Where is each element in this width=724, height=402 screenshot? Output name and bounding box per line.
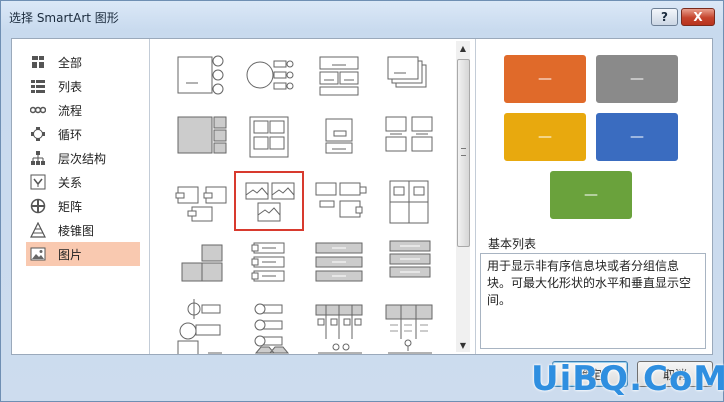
layout-thumbnail[interactable] <box>168 173 234 229</box>
category-pyramid[interactable]: 棱锥图 <box>26 218 140 242</box>
hierarchy-icon <box>30 150 46 166</box>
dialog-title: 选择 SmartArt 图形 <box>9 11 119 25</box>
layout-thumbnail[interactable] <box>168 235 234 291</box>
layout-thumbnail[interactable] <box>376 109 442 165</box>
layout-name: 基本列表 <box>488 237 537 251</box>
close-button[interactable]: X <box>681 8 715 26</box>
process-icon <box>30 102 46 118</box>
list-icon <box>30 78 46 94</box>
dialog-body: 全部 列表 流程 循环 层次结构 关系 矩阵 棱锥图 图片 ▲ ▼ — — — … <box>11 38 713 355</box>
layout-thumbnail[interactable] <box>168 335 234 354</box>
layout-thumbnail[interactable] <box>236 109 302 165</box>
preview-shape-gray: — <box>596 55 678 103</box>
scroll-thumb[interactable] <box>457 59 470 247</box>
layout-thumbnail[interactable] <box>376 47 442 103</box>
scroll-down-icon[interactable]: ▼ <box>456 338 470 352</box>
layout-description: 用于显示非有序信息块或者分组信息块。可最大化形状的水平和垂直显示空间。 <box>480 253 706 349</box>
layout-thumbnail[interactable] <box>376 173 442 229</box>
title-bar: 选择 SmartArt 图形 ? X <box>1 1 723 31</box>
watermark-logo: UiBQ.CoM <box>531 359 724 399</box>
layout-thumbnail[interactable] <box>376 335 442 354</box>
preview-pane: — — — — — 基本列表 用于显示非有序信息块或者分组信息块。可最大化形状的… <box>476 39 712 354</box>
relationship-icon <box>30 174 46 190</box>
all-icon <box>30 54 46 70</box>
layout-thumbnail[interactable] <box>376 235 442 291</box>
category-label: 循环 <box>58 127 83 142</box>
category-label: 棱锥图 <box>58 223 95 238</box>
cycle-icon <box>30 126 46 142</box>
category-picture[interactable]: 图片 <box>26 242 140 266</box>
layout-thumbnail[interactable] <box>306 109 372 165</box>
layout-preview: — — — — — <box>502 55 682 225</box>
scroll-up-icon[interactable]: ▲ <box>456 41 470 55</box>
category-label: 列表 <box>58 79 83 94</box>
help-button[interactable]: ? <box>651 8 678 26</box>
layout-thumbnail[interactable] <box>306 47 372 103</box>
category-process[interactable]: 流程 <box>26 98 140 122</box>
layout-thumbnail[interactable] <box>236 47 302 103</box>
category-relationship[interactable]: 关系 <box>26 170 140 194</box>
picture-icon <box>30 246 46 262</box>
gallery-scrollbar[interactable]: ▲ ▼ <box>456 41 470 352</box>
layout-gallery: ▲ ▼ <box>150 39 476 354</box>
category-label: 层次结构 <box>58 151 107 166</box>
category-label: 关系 <box>58 175 83 190</box>
category-list: 全部 列表 流程 循环 层次结构 关系 矩阵 棱锥图 图片 <box>12 39 150 354</box>
preview-shape-blue: — <box>596 113 678 161</box>
layout-thumbnail[interactable] <box>306 173 372 229</box>
matrix-icon <box>30 198 46 214</box>
category-label: 矩阵 <box>58 199 83 214</box>
preview-shape-yellow: — <box>504 113 586 161</box>
category-hierarchy[interactable]: 层次结构 <box>26 146 140 170</box>
category-label: 全部 <box>58 55 83 70</box>
grip-icon <box>461 148 466 156</box>
preview-shape-green: — <box>550 171 632 219</box>
category-label: 流程 <box>58 103 83 118</box>
layout-thumbnail[interactable] <box>306 335 372 354</box>
layout-thumbnail[interactable] <box>236 335 302 354</box>
category-list-item[interactable]: 列表 <box>26 74 140 98</box>
layout-thumbnail[interactable] <box>168 47 234 103</box>
category-label: 图片 <box>58 247 83 262</box>
smartart-dialog: 选择 SmartArt 图形 ? X 全部 列表 流程 循环 层次结构 关系 矩… <box>0 0 724 402</box>
category-matrix[interactable]: 矩阵 <box>26 194 140 218</box>
preview-shape-orange: — <box>504 55 586 103</box>
layout-thumbnail[interactable] <box>306 235 372 291</box>
layout-thumbnail[interactable] <box>168 109 234 165</box>
layout-thumbnail-selected[interactable] <box>234 171 304 231</box>
pyramid-icon <box>30 222 46 238</box>
category-all[interactable]: 全部 <box>26 50 140 74</box>
category-cycle[interactable]: 循环 <box>26 122 140 146</box>
layout-thumbnail[interactable] <box>236 235 302 291</box>
